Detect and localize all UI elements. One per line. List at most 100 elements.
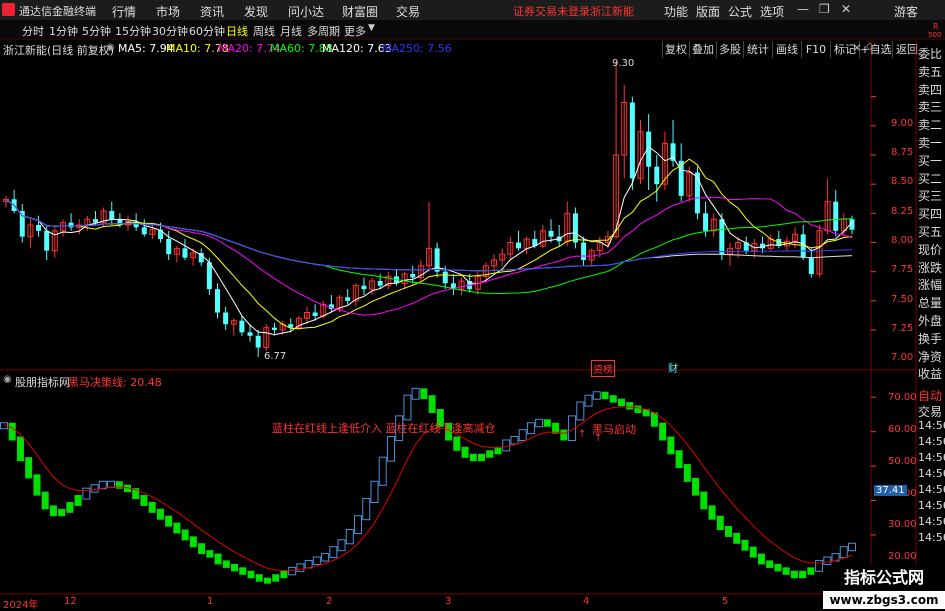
candle-body	[703, 213, 709, 231]
indicator-bar	[329, 546, 338, 559]
indicator-bar	[148, 501, 156, 513]
indicator-bar	[403, 394, 412, 421]
kline-chart[interactable]: ↑ ↑	[0, 0, 945, 609]
indicator-bar	[247, 570, 255, 579]
sidebar-time: 14:56	[918, 451, 945, 464]
indicator-bar	[165, 515, 173, 527]
indicator-bar	[263, 577, 271, 584]
indicator-bar	[222, 560, 230, 568]
list-marker[interactable]: 资榜	[591, 360, 615, 377]
indicator-bar	[49, 505, 57, 517]
indicator-bar	[181, 529, 189, 541]
y-tick: 8.25	[891, 206, 914, 217]
candle-body	[654, 166, 660, 185]
indicator-bar	[206, 550, 214, 558]
indicator-bar	[90, 484, 99, 493]
candle-body	[345, 297, 351, 301]
candle-body	[255, 335, 261, 348]
x-axis-label: 4	[583, 596, 590, 607]
indicator-bar	[198, 543, 206, 555]
sidebar-time: 14:56	[918, 515, 945, 528]
indicator-bar	[757, 553, 765, 565]
sidebar-field: 买五	[918, 225, 943, 239]
settings-icon[interactable]: ◉	[3, 374, 12, 385]
candle-body	[808, 257, 814, 274]
x-axis-label: 5	[722, 596, 729, 607]
y-tick: 7.00	[891, 352, 914, 363]
indicator-bar	[659, 422, 667, 441]
wrench-icon[interactable]: ✕	[852, 41, 862, 55]
finance-marker[interactable]: 财	[668, 360, 678, 375]
indicator-bar	[634, 405, 642, 413]
indicator-bar	[708, 505, 716, 520]
sidebar-field: 卖三	[918, 100, 943, 115]
indicator-bar	[312, 556, 321, 565]
indicator-bar	[510, 436, 519, 445]
candle-body	[44, 230, 50, 251]
indicator-bar	[411, 387, 420, 400]
watermark-title: 指标公式网	[823, 565, 945, 591]
indicator-bar	[725, 526, 733, 537]
indicator-bar	[749, 546, 757, 558]
sidebar-field: 买二	[918, 171, 943, 186]
indicator-bar	[25, 457, 33, 479]
indicator-bar	[74, 495, 82, 506]
candle-body	[515, 242, 521, 249]
y-tick: 7.75	[891, 264, 914, 275]
indicator-bar	[782, 567, 790, 575]
indicator-bar	[140, 495, 148, 506]
sidebar-field: 收益	[918, 367, 943, 382]
indicator-bar	[255, 574, 263, 582]
indicator-bar	[535, 418, 544, 428]
low-price-label: 6.77	[264, 351, 287, 362]
sub-y-tick: 50.00	[888, 456, 917, 467]
sidebar-field: 卖四	[918, 82, 943, 97]
candle-body	[694, 172, 700, 214]
candle-body	[271, 327, 277, 330]
sub-y-tick: 60.00	[888, 424, 917, 435]
sidebar-mode[interactable]: 交易	[918, 403, 945, 420]
candle-body	[361, 285, 367, 290]
sidebar-field: 卖一	[918, 136, 943, 150]
indicator-bar	[774, 563, 782, 572]
indicator-bar	[518, 429, 527, 442]
sidebar-field: 外盘	[918, 314, 943, 328]
indicator-bar	[337, 539, 346, 552]
sidebar-field: 涨跌	[918, 260, 943, 275]
y-tick: 7.25	[891, 323, 914, 334]
candle-body	[719, 219, 725, 255]
indicator-bar	[733, 532, 741, 544]
indicator-name: 黑马决策线: 20.48	[68, 376, 162, 389]
sidebar-field: 买四	[918, 207, 943, 222]
indicator-bar	[321, 553, 330, 562]
indicator-bar	[16, 436, 24, 462]
indicator-bar	[296, 563, 305, 572]
indicator-bar	[601, 391, 609, 400]
candle-body	[377, 281, 383, 286]
candle-body	[109, 211, 115, 220]
indicator-bar	[231, 563, 239, 572]
indicator-bar	[214, 553, 222, 565]
sidebar-time: 14:56	[918, 467, 945, 480]
indicator-bar	[839, 546, 848, 559]
indicator-bar	[560, 429, 568, 441]
candle-body	[36, 225, 42, 231]
indicator-bar	[799, 570, 807, 579]
sidebar-mode[interactable]: 自动	[918, 387, 945, 404]
candle-body	[410, 274, 416, 278]
sidebar-time: 14:56	[918, 531, 945, 544]
sidebar-field: 卖二	[918, 118, 943, 133]
indicator-bar	[189, 536, 197, 548]
candle-body	[239, 320, 245, 333]
x-axis-label: 12	[64, 596, 77, 607]
indicator-bar	[675, 450, 683, 469]
indicator-bar	[626, 402, 634, 410]
indicator-bar	[667, 436, 675, 455]
indicator-bar	[790, 570, 798, 579]
sub-y-tick: 30.00	[888, 519, 917, 530]
indicator-bar	[815, 559, 824, 572]
settings-icon[interactable]: ◉	[106, 42, 115, 53]
collapse-icon[interactable]: ◇	[866, 41, 874, 52]
indicator-bar	[420, 388, 428, 400]
y-tick: 8.75	[891, 147, 914, 158]
